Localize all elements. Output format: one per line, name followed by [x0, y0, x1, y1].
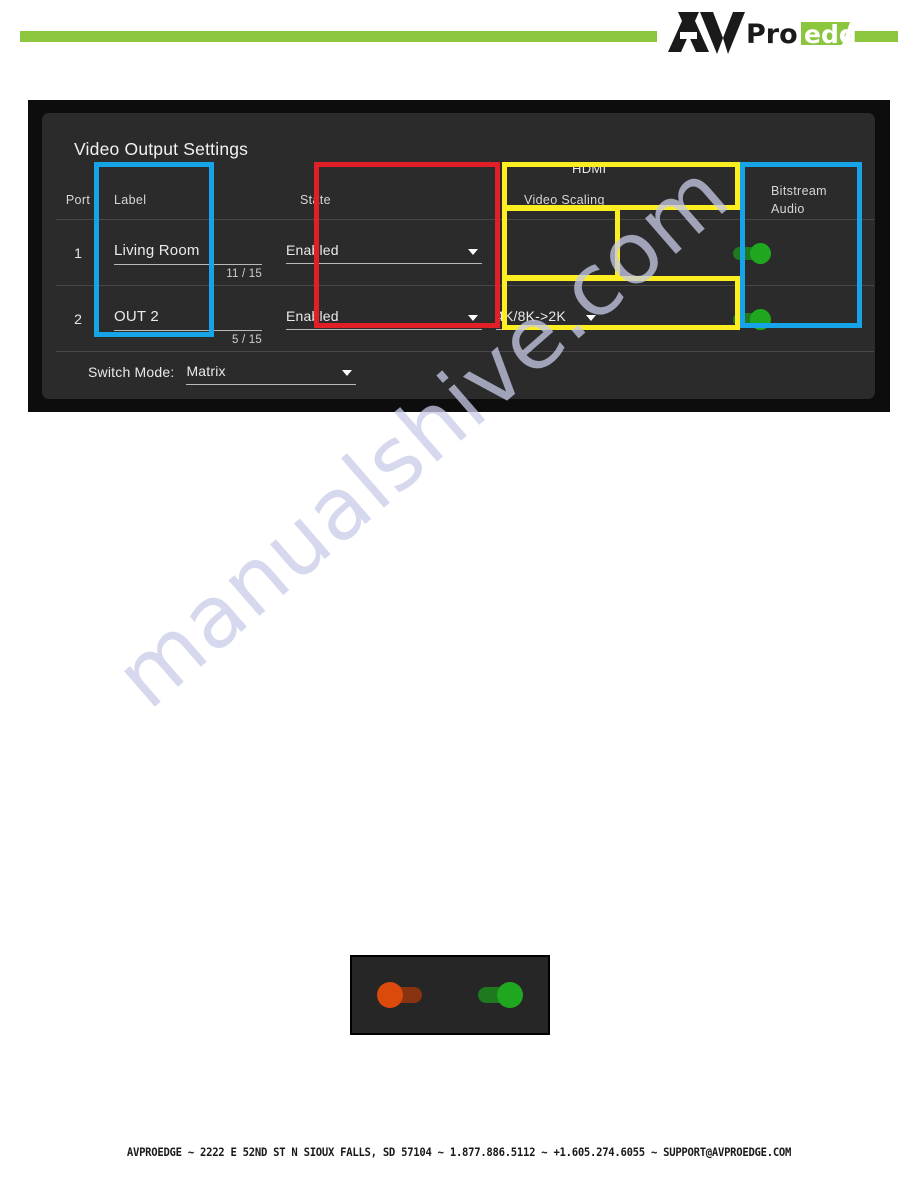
- state-dropdown-1[interactable]: Enabled: [286, 242, 482, 264]
- input-underline: [114, 329, 262, 331]
- input-underline: [286, 263, 482, 264]
- toggle-switch[interactable]: [733, 308, 771, 330]
- column-header-video-scaling: Video Scaling: [524, 193, 605, 207]
- toggle-knob: [497, 982, 523, 1008]
- toggle-knob: [377, 982, 403, 1008]
- row-label-cell: OUT 2 5 / 15: [100, 286, 272, 352]
- toggle-switch[interactable]: [733, 242, 771, 264]
- toggle-state-legend: [350, 955, 550, 1035]
- table-row: 1 Living Room 11 / 15 Enabled: [56, 220, 874, 286]
- toggle-knob: [750, 308, 771, 330]
- label-char-counter: 5 / 15: [232, 333, 262, 346]
- switch-mode-label: Switch Mode:: [88, 364, 175, 380]
- chevron-down-icon: [468, 249, 478, 255]
- column-header-port: Port: [65, 193, 91, 207]
- chevron-down-icon: [586, 315, 596, 321]
- hdmi-group-caption: HDMI: [572, 161, 607, 176]
- table-row: 2 OUT 2 5 / 15 Enabled 4K/8K->2K: [56, 286, 874, 352]
- label-input-2[interactable]: OUT 2 5 / 15: [114, 307, 262, 346]
- column-header-state: State: [300, 193, 331, 207]
- input-underline: [496, 329, 600, 330]
- svg-text:edge: edge: [804, 20, 856, 49]
- toggle-knob: [750, 242, 771, 264]
- video-scaling-value: 4K/8K->2K: [496, 308, 566, 324]
- row-video-scaling-cell-b[interactable]: [600, 220, 715, 286]
- video-scaling-dropdown-2[interactable]: 4K/8K->2K: [496, 308, 600, 330]
- row-port-number: 2: [74, 311, 82, 327]
- state-dropdown-value: Enabled: [286, 308, 339, 324]
- label-input-value: OUT 2: [114, 307, 159, 325]
- row-divider: [56, 351, 874, 352]
- ui-screenshot-frame: Video Output Settings HDMI Port Label St…: [28, 100, 890, 412]
- table-header-row: Port Label State Video Scaling Bitstream…: [56, 178, 874, 220]
- page-footer: AVPROEDGE ~ 2222 E 52ND ST N SIOUX FALLS…: [126, 1145, 792, 1159]
- chevron-down-icon: [468, 315, 478, 321]
- label-input-1[interactable]: Living Room 11 / 15: [114, 241, 262, 280]
- input-underline: [186, 384, 357, 385]
- svg-text:Pro: Pro: [746, 19, 798, 50]
- page-header: Pro edge: [0, 0, 918, 78]
- video-output-table: Port Label State Video Scaling Bitstream…: [56, 178, 874, 352]
- column-header-video-scaling-spacer: [642, 178, 757, 220]
- row-bitstream-audio-cell: [715, 220, 831, 286]
- switch-mode-value: Matrix: [186, 363, 226, 379]
- page-title: Video Output Settings: [74, 139, 249, 159]
- row-bitstream-audio-cell: [715, 286, 831, 352]
- column-header-label: Label: [114, 193, 147, 207]
- input-underline: [114, 263, 262, 265]
- switch-mode-row: Switch Mode: Matrix: [88, 363, 357, 385]
- chevron-down-icon: [342, 370, 353, 376]
- column-header-bitstream: Bitstream: [771, 183, 827, 198]
- state-dropdown-value: Enabled: [286, 242, 339, 258]
- header-accent-bar-right: [850, 31, 898, 42]
- label-char-counter: 11 / 15: [226, 267, 262, 280]
- state-dropdown-2[interactable]: Enabled: [286, 308, 482, 330]
- header-accent-bar-left: [20, 31, 657, 42]
- row-label-cell: Living Room 11 / 15: [100, 220, 272, 286]
- input-underline: [286, 329, 482, 330]
- row-port-number: 1: [74, 245, 82, 261]
- row-video-scaling-cell-a[interactable]: [482, 220, 600, 286]
- bitstream-audio-toggle-1[interactable]: [715, 242, 771, 264]
- row-state-cell: Enabled: [272, 220, 482, 286]
- legend-toggle-on: [478, 982, 523, 1008]
- row-video-scaling-cell-b: [600, 286, 715, 352]
- row-state-cell: Enabled: [272, 286, 482, 352]
- row-video-scaling-cell: 4K/8K->2K: [482, 286, 600, 352]
- avpro-edge-logo: Pro edge: [660, 8, 856, 58]
- column-header-audio: Audio: [771, 202, 805, 216]
- label-input-value: Living Room: [114, 241, 200, 259]
- switch-mode-dropdown[interactable]: Matrix: [186, 363, 357, 385]
- legend-toggle-off: [377, 982, 422, 1008]
- bitstream-audio-toggle-2[interactable]: [715, 308, 771, 330]
- column-header-bitstream-audio: Bitstream Audio: [757, 178, 875, 220]
- video-output-settings-panel: Video Output Settings HDMI Port Label St…: [42, 113, 875, 399]
